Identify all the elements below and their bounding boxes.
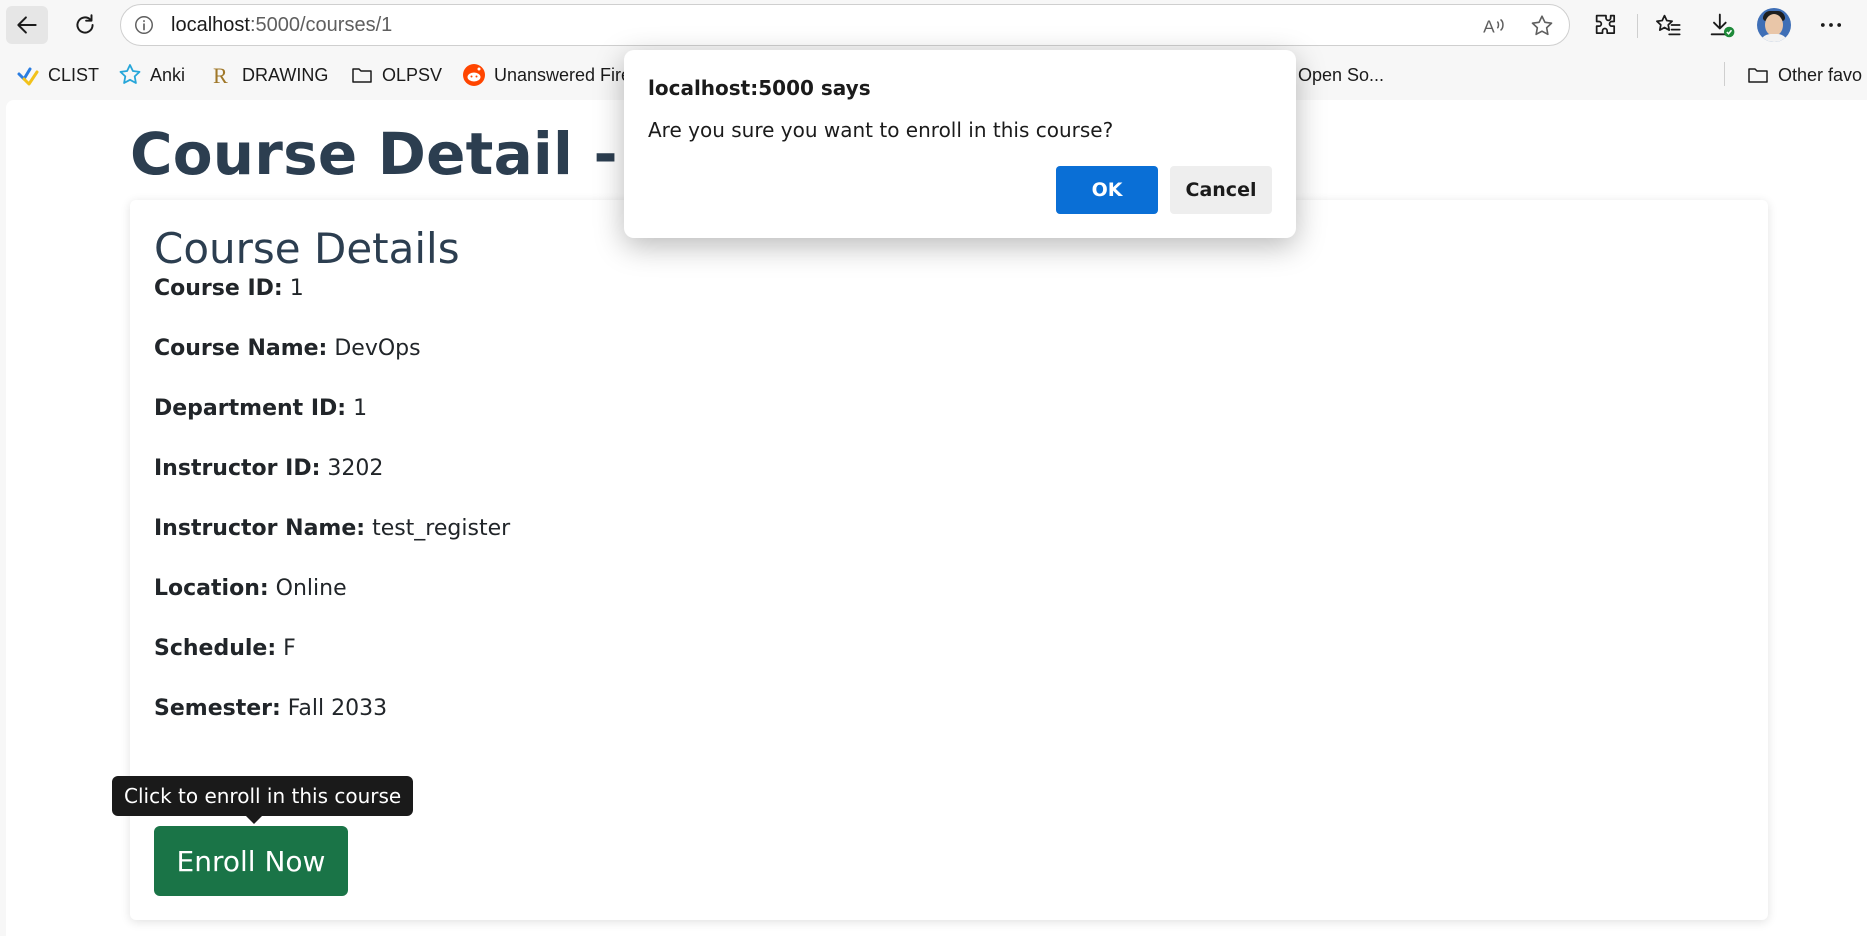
favorite-label: CLIST (48, 64, 100, 85)
favorite-label: OLPSV (382, 64, 443, 85)
dialog-title: localhost:5000 says (648, 76, 871, 100)
field-value: 1 (353, 396, 368, 421)
field-label: Department ID: (154, 396, 347, 421)
anki-star-icon (119, 64, 141, 84)
favorite-anki[interactable]: Anki (118, 62, 185, 88)
field-label: Instructor Name: (154, 516, 366, 541)
downloads-icon (1710, 13, 1735, 38)
folder-icon (1748, 68, 1768, 83)
favorite-label: Other favo (1778, 64, 1863, 85)
avatar-shirt (1759, 34, 1789, 42)
field-schedule: Schedule: F (154, 636, 296, 661)
favorites-divider (1724, 62, 1725, 86)
ok-button[interactable]: OK (1056, 166, 1158, 214)
favorite-label: Anki (150, 64, 186, 85)
toolbar-divider (1637, 14, 1638, 38)
svg-text:A: A (1483, 17, 1495, 37)
reload-button[interactable] (64, 6, 106, 44)
profile-avatar[interactable] (1757, 8, 1791, 42)
dialog-message: Are you sure you want to enroll in this … (648, 118, 1114, 142)
tooltip-arrow (246, 816, 262, 824)
more-options-button[interactable] (1815, 9, 1847, 41)
url-text[interactable]: localhost:5000/courses/1 (171, 14, 392, 37)
field-label: Instructor ID: (154, 456, 321, 481)
field-label: Course ID: (154, 276, 283, 301)
url-path: :5000/courses/1 (249, 14, 393, 36)
url-host: localhost (171, 14, 250, 36)
r-logo-icon: R (213, 63, 228, 87)
field-label: Course Name: (154, 336, 328, 361)
extensions-icon (1595, 14, 1616, 35)
browser-toolbar: localhost:5000/courses/1 A (0, 0, 1867, 50)
reddit-icon (463, 64, 485, 86)
favorite-drawing[interactable]: R DRAWING (210, 62, 328, 88)
favorite-open-source[interactable]: Open So... (1298, 62, 1384, 88)
back-arrow-icon (17, 16, 37, 34)
more-options-icon (1820, 23, 1842, 27)
downloads-button[interactable] (1705, 9, 1737, 41)
favorite-olpsv[interactable]: OLPSV (350, 62, 442, 88)
field-label: Schedule: (154, 636, 277, 661)
favorite-label: Unanswered Fire (494, 64, 632, 85)
enroll-tooltip: Click to enroll in this course (112, 776, 414, 816)
extensions-button[interactable] (1590, 9, 1622, 41)
back-button[interactable] (6, 6, 48, 44)
field-semester: Semester: Fall 2033 (154, 696, 387, 721)
card-title: Course Details (154, 224, 460, 273)
confirm-dialog: localhost:5000 says Are you sure you wan… (624, 50, 1296, 238)
field-instructor-name: Instructor Name: test_register (154, 516, 510, 541)
read-aloud-icon[interactable]: A (1481, 13, 1507, 39)
field-value: DevOps (334, 336, 421, 361)
field-location: Location: Online (154, 576, 347, 601)
folder-icon (352, 68, 372, 83)
field-label: Location: (154, 576, 269, 601)
favorite-label: DRAWING (242, 64, 329, 85)
favorite-label: Open So... (1298, 64, 1385, 85)
field-course-name: Course Name: DevOps (154, 336, 421, 361)
favorites-icon (1656, 14, 1681, 36)
field-instructor-id: Instructor ID: 3202 (154, 456, 383, 481)
svg-text:R: R (213, 63, 228, 87)
field-label: Semester: (154, 696, 281, 721)
field-value: test_register (372, 516, 511, 541)
field-value: F (283, 636, 296, 661)
field-department-id: Department ID: 1 (154, 396, 367, 421)
favorite-star-icon[interactable] (1529, 13, 1555, 39)
address-bar[interactable]: localhost:5000/courses/1 A (120, 4, 1570, 46)
field-value: 1 (289, 276, 304, 301)
enroll-now-button[interactable]: Enroll Now (154, 826, 348, 896)
favorite-clist[interactable]: CLIST (16, 62, 99, 88)
reload-icon (76, 14, 94, 34)
avatar-face (1765, 14, 1783, 36)
field-value: 3202 (327, 456, 384, 481)
course-details-card: Course Details Course ID: 1 Course Name:… (112, 200, 1768, 920)
field-course-id: Course ID: 1 (154, 276, 304, 301)
site-info-icon[interactable] (133, 14, 155, 36)
favorite-unanswered[interactable]: Unanswered Fire (462, 62, 631, 88)
clist-icon (17, 67, 39, 86)
favorite-other-folder[interactable]: Other favo (1746, 62, 1862, 88)
field-value: Fall 2033 (287, 696, 388, 721)
cancel-button[interactable]: Cancel (1170, 166, 1272, 214)
favorites-button[interactable] (1652, 9, 1684, 41)
field-value: Online (275, 576, 347, 601)
